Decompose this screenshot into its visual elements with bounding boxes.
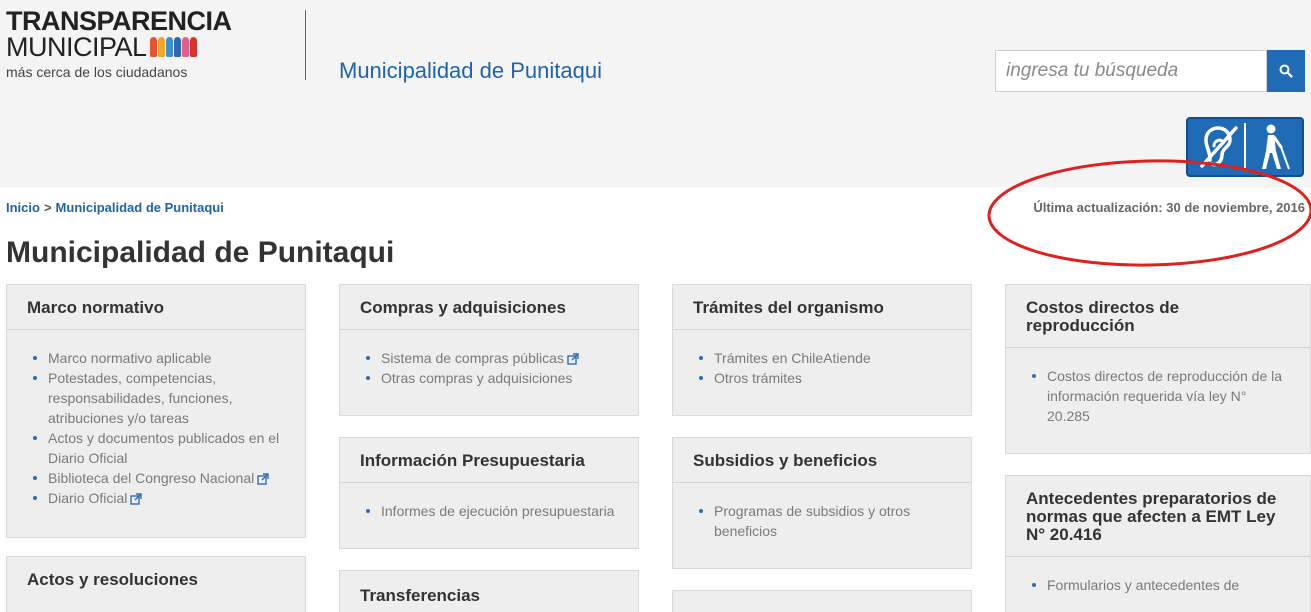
external-link-icon bbox=[567, 353, 579, 365]
page-title: Municipalidad de Punitaqui bbox=[6, 236, 395, 269]
card-title[interactable]: Actos y resoluciones bbox=[7, 557, 305, 601]
list-item-label: Diario Oficial bbox=[48, 490, 128, 506]
card-actos-resoluciones: Actos y resoluciones bbox=[6, 556, 306, 612]
card-antecedentes-preparatorios: Antecedentes preparatorios de normas que… bbox=[1005, 475, 1311, 612]
card-marco-normativo: Marco normativo Marco normativo aplicabl… bbox=[6, 284, 306, 538]
card-informacion-presupuestaria: Información Presupuestaria Informes de e… bbox=[339, 437, 639, 549]
card-title[interactable]: Marco normativo bbox=[7, 285, 305, 330]
card-unlabeled bbox=[672, 590, 972, 612]
logo-tagline: más cerca de los ciudadanos bbox=[6, 64, 188, 80]
breadcrumb: Inicio > Municipalidad de Punitaqui bbox=[6, 200, 224, 215]
card-title[interactable]: Transferencias bbox=[340, 571, 638, 612]
list-item[interactable]: Costos directos de reproducción de la in… bbox=[1032, 366, 1290, 426]
card-title[interactable]: Subsidios y beneficios bbox=[673, 438, 971, 483]
header-divider bbox=[305, 10, 306, 80]
list-item[interactable]: Actos y documentos publicados en el Diar… bbox=[33, 428, 285, 468]
logo-line1: TRANSPARENCIA bbox=[6, 6, 232, 36]
external-link-icon bbox=[257, 473, 269, 485]
card-title[interactable]: Información Presupuestaria bbox=[340, 438, 638, 483]
list-item[interactable]: Potestades, competencias, responsabilida… bbox=[33, 368, 285, 428]
transparencia-logo[interactable]: TRANSPARENCIA MUNICIPAL más cerca de los… bbox=[6, 6, 232, 81]
list-item-label: Biblioteca del Congreso Nacional bbox=[48, 470, 255, 486]
card-subsidios-beneficios: Subsidios y beneficios Programas de subs… bbox=[672, 437, 972, 569]
external-link-icon bbox=[130, 493, 143, 505]
site-header: TRANSPARENCIA MUNICIPAL más cerca de los… bbox=[0, 0, 1311, 187]
list-item-label: Sistema de compras públicas bbox=[381, 350, 564, 366]
breadcrumb-home[interactable]: Inicio bbox=[6, 200, 40, 215]
card-costos-reproduccion: Costos directos de reproducción Costos d… bbox=[1005, 284, 1311, 454]
accessibility-button[interactable] bbox=[1186, 117, 1304, 177]
people-icon bbox=[149, 37, 197, 57]
list-item[interactable]: Programas de subsidios y otros beneficio… bbox=[699, 501, 951, 541]
list-item[interactable]: Otros trámites bbox=[699, 368, 951, 388]
list-item[interactable]: Marco normativo aplicable bbox=[33, 348, 285, 368]
site-name[interactable]: Municipalidad de Punitaqui bbox=[339, 58, 602, 84]
card-tramites-organismo: Trámites del organismo Trámites en Chile… bbox=[672, 284, 972, 416]
hearing-impaired-icon bbox=[1197, 123, 1241, 171]
list-item[interactable]: Biblioteca del Congreso Nacional bbox=[33, 468, 285, 488]
card-compras-adquisiciones: Compras y adquisiciones Sistema de compr… bbox=[339, 284, 639, 416]
list-item[interactable]: Trámites en ChileAtiende bbox=[699, 348, 951, 368]
card-title[interactable]: Trámites del organismo bbox=[673, 285, 971, 330]
accessibility-separator bbox=[1243, 123, 1246, 171]
breadcrumb-separator: > bbox=[43, 200, 52, 215]
list-item[interactable]: Otras compras y adquisiciones bbox=[366, 368, 618, 388]
list-item[interactable]: Sistema de compras públicas bbox=[366, 348, 618, 368]
last-updated: Última actualización: 30 de noviembre, 2… bbox=[1033, 200, 1305, 215]
search-icon bbox=[1279, 64, 1293, 78]
card-transferencias: Transferencias bbox=[339, 570, 639, 612]
list-item[interactable]: Formularios y antecedentes de bbox=[1032, 575, 1290, 595]
blind-person-icon bbox=[1249, 123, 1293, 171]
search-input[interactable] bbox=[995, 50, 1267, 92]
card-title[interactable]: Antecedentes preparatorios de normas que… bbox=[1006, 476, 1310, 557]
breadcrumb-current[interactable]: Municipalidad de Punitaqui bbox=[56, 200, 224, 215]
list-item[interactable]: Informes de ejecución presupuestaria bbox=[366, 501, 618, 521]
search-button[interactable] bbox=[1267, 50, 1305, 92]
list-item[interactable]: Diario Oficial bbox=[33, 488, 285, 508]
card-title[interactable]: Costos directos de reproducción bbox=[1006, 285, 1310, 348]
logo-line2: MUNICIPAL bbox=[6, 32, 147, 62]
card-title[interactable]: Compras y adquisiciones bbox=[340, 285, 638, 330]
